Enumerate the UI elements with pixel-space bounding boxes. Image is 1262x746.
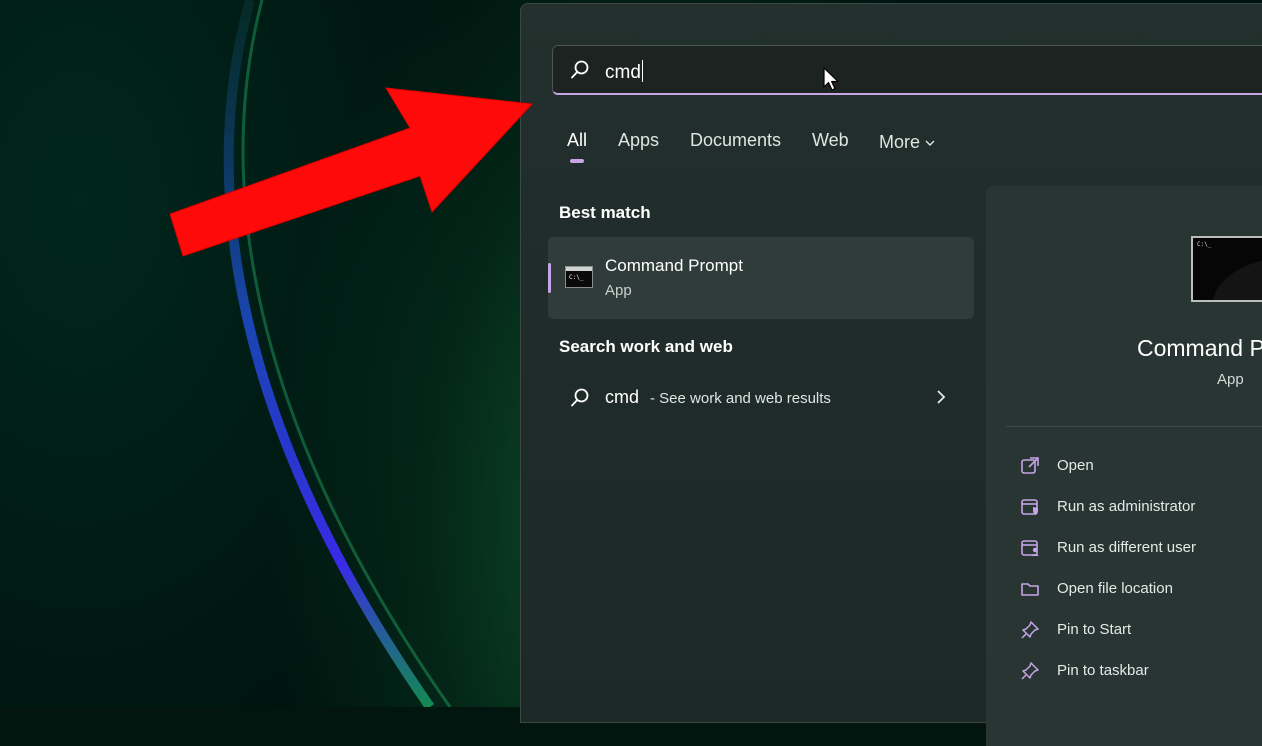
annotation-arrow-icon [169, 87, 534, 257]
mouse-cursor-icon [823, 67, 839, 91]
